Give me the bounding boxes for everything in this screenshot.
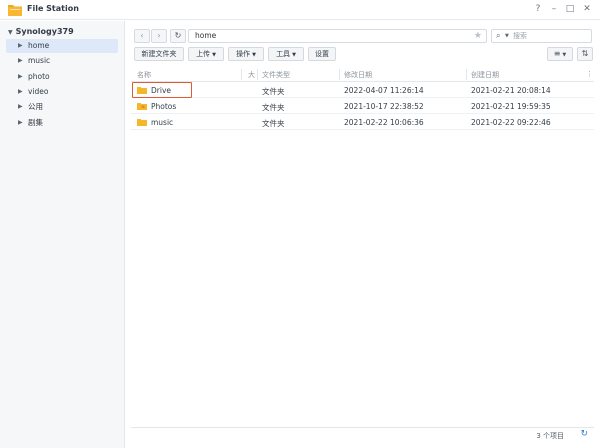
refresh-icon[interactable]: ↻ (580, 429, 588, 439)
dropdown-caret-icon: ▼ (252, 52, 256, 58)
search-options-dropdown-icon[interactable]: ▼ (505, 30, 509, 42)
column-divider[interactable] (339, 69, 340, 80)
file-list-header: 名称 大 文件类型 修改日期 创建日期 ⋮ (131, 67, 594, 82)
sidebar: ▼ Synology379 ▶ home ▶ music ▶ photo ▶ video … (0, 21, 125, 448)
file-name: Photos (151, 102, 177, 111)
caret-right-icon[interactable]: ▶ (18, 54, 23, 68)
sidebar-item-label: music (28, 56, 51, 65)
sidebar-item-photo[interactable]: ▶ photo (6, 70, 118, 84)
file-modified: 2022-04-07 11:26:14 (344, 86, 424, 95)
caret-down-icon[interactable]: ▼ (8, 29, 13, 36)
search-icon[interactable]: ⌕ (496, 30, 500, 42)
sidebar-item-music[interactable]: ▶ music (6, 54, 118, 68)
window-title: File Station (27, 4, 79, 13)
file-station-app-icon (8, 5, 22, 16)
new-folder-button[interactable]: 新建文件夹 (134, 47, 184, 61)
dropdown-caret-icon: ▼ (292, 52, 296, 58)
sidebar-item-label: photo (28, 72, 50, 81)
minimize-button[interactable]: – (548, 3, 560, 15)
column-size[interactable]: 大 (248, 70, 255, 80)
caret-right-icon[interactable]: ▶ (18, 100, 23, 114)
upload-button[interactable]: 上传 ▼ (188, 47, 224, 61)
path-input[interactable]: home ★ (188, 29, 487, 43)
file-created: 2021-02-21 20:08:14 (471, 86, 551, 95)
list-view-button[interactable]: ≡ ▼ (547, 47, 573, 61)
drive-highlight-box (132, 82, 192, 98)
caret-right-icon[interactable]: ▶ (18, 85, 23, 99)
file-name: music (151, 118, 174, 127)
file-type: 文件夹 (262, 103, 285, 112)
settings-button[interactable]: 设置 (308, 47, 336, 61)
search-placeholder: 搜索 (513, 32, 527, 40)
tools-label: 工具 (276, 50, 291, 58)
maximize-button[interactable]: □ (564, 3, 576, 15)
sidebar-item-label: home (28, 41, 50, 50)
help-button[interactable]: ? (532, 3, 544, 15)
file-station-window: File Station ? – □ ✕ ▼ Synology379 ▶ home … (0, 0, 600, 448)
sidebar-item-label: video (28, 87, 49, 96)
tools-button[interactable]: 工具 ▼ (268, 47, 304, 61)
column-modified[interactable]: 修改日期 (344, 70, 372, 80)
table-row[interactable]: Photos 文件夹 2021-10-17 22:38:52 2021-02-2… (131, 98, 594, 114)
sidebar-item-series[interactable]: ▶ 剧集 (6, 116, 118, 130)
action-label: 操作 (236, 50, 251, 58)
favorite-star-icon[interactable]: ★ (474, 30, 482, 42)
column-created[interactable]: 创建日期 (471, 70, 499, 80)
folder-icon (137, 119, 147, 126)
caret-right-icon[interactable]: ▶ (18, 116, 23, 130)
sort-button[interactable]: ⇅ (577, 47, 593, 61)
sidebar-item-video[interactable]: ▶ video (6, 85, 118, 99)
tree-root-label: Synology379 (15, 27, 74, 36)
back-button[interactable]: ‹ (134, 29, 150, 43)
table-row[interactable]: Drive 文件夹 2022-04-07 11:26:14 2021-02-21… (131, 82, 594, 98)
close-button[interactable]: ✕ (581, 3, 593, 15)
status-bar: 3 个项目 ↻ (131, 427, 594, 443)
action-button[interactable]: 操作 ▼ (228, 47, 264, 61)
dropdown-caret-icon: ▼ (212, 52, 216, 58)
column-name[interactable]: 名称 (137, 70, 151, 80)
item-count: 3 个项目 (536, 432, 564, 440)
list-view-icon: ≡ (553, 49, 561, 58)
caret-right-icon[interactable]: ▶ (18, 39, 23, 53)
forward-button[interactable]: › (151, 29, 167, 43)
table-row[interactable]: music 文件夹 2021-02-22 10:06:36 2021-02-22… (131, 114, 594, 130)
path-value: home (195, 31, 217, 40)
title-bar: File Station ? – □ ✕ (0, 0, 600, 20)
sidebar-item-label: 剧集 (28, 118, 43, 127)
column-divider[interactable] (241, 69, 242, 80)
file-modified: 2021-02-22 10:06:36 (344, 118, 424, 127)
file-modified: 2021-10-17 22:38:52 (344, 102, 424, 111)
column-options-icon[interactable]: ⋮ (586, 70, 593, 78)
sidebar-item-public[interactable]: ▶ 公用 (6, 100, 118, 114)
file-created: 2021-02-22 09:22:46 (471, 118, 551, 127)
photos-folder-icon (137, 103, 147, 110)
upload-label: 上传 (196, 50, 211, 58)
search-input[interactable]: ⌕ ▼ 搜索 (491, 29, 592, 43)
file-created: 2021-02-21 19:59:35 (471, 102, 551, 111)
tree-root-synology379[interactable]: ▼ Synology379 (8, 27, 74, 36)
refresh-button[interactable]: ↻ (170, 29, 186, 43)
file-type: 文件夹 (262, 87, 285, 96)
sidebar-item-home[interactable]: ▶ home (6, 39, 118, 53)
column-divider[interactable] (466, 69, 467, 80)
sidebar-item-label: 公用 (28, 102, 43, 111)
dropdown-caret-icon: ▼ (562, 52, 567, 58)
caret-right-icon[interactable]: ▶ (18, 70, 23, 84)
column-type[interactable]: 文件类型 (262, 70, 290, 80)
column-divider[interactable] (257, 69, 258, 80)
file-type: 文件夹 (262, 119, 285, 128)
